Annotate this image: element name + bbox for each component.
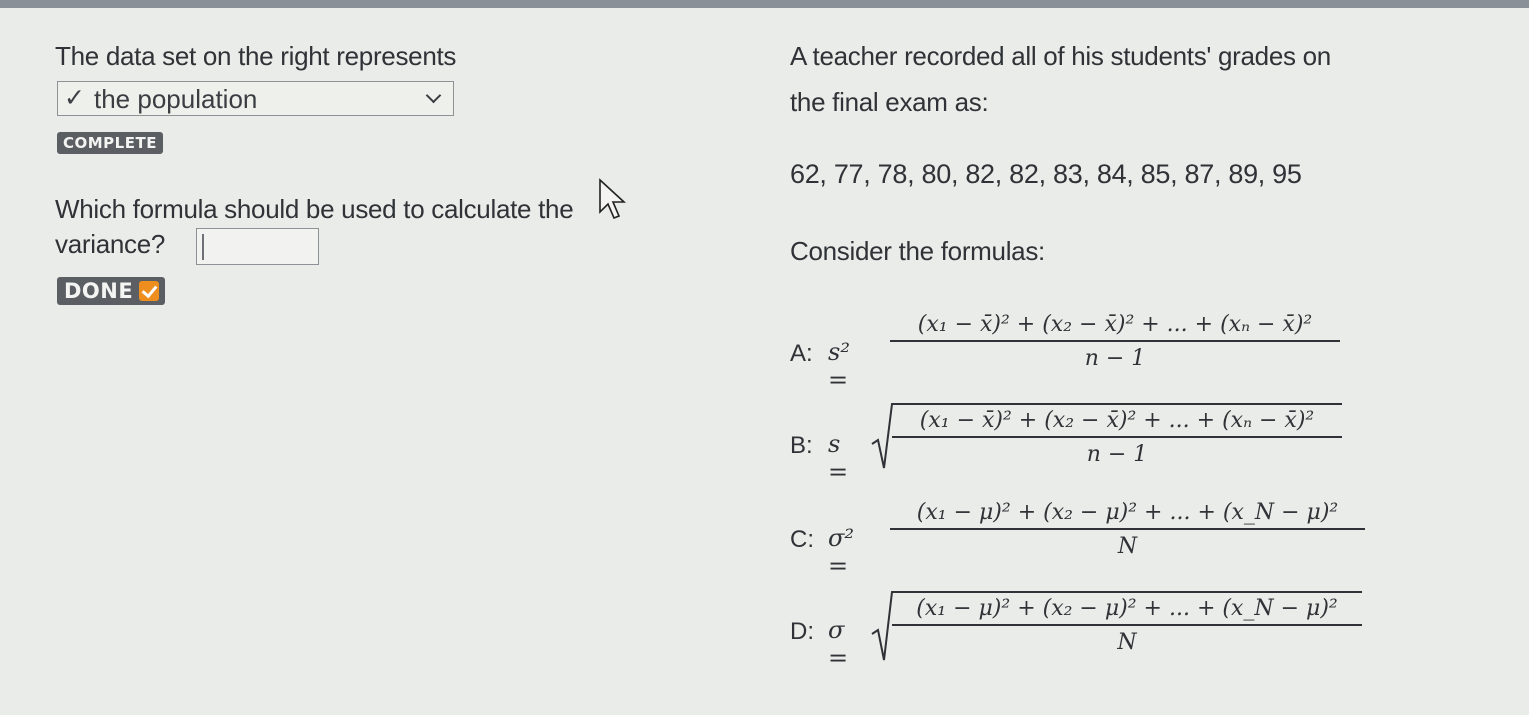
select-value: the population	[94, 84, 258, 114]
top-border	[0, 0, 1529, 8]
formula-b-label: B:	[790, 432, 813, 459]
fraction-bar	[892, 624, 1362, 626]
chevron-down-icon	[425, 87, 442, 104]
formula-a-fraction: (x₁ − x̄)² + (x₂ − x̄)² + ... + (xₙ − x̄…	[890, 312, 1340, 371]
formula-b-fraction: (x₁ − x̄)² + (x₂ − x̄)² + ... + (xₙ − x̄…	[892, 408, 1342, 467]
question-line-2: variance?	[55, 229, 166, 259]
formula-d-lhs: σ =	[828, 616, 849, 672]
formula-c-numerator: (x₁ − μ)² + (x₂ − μ)² + ... + (x_N − μ)²	[916, 500, 1339, 525]
problem-line-1: A teacher recorded all of his students' …	[790, 41, 1331, 71]
consider-text: Consider the formulas:	[790, 236, 1045, 266]
select-check-icon: ✓	[64, 84, 85, 112]
formula-b-numerator: (x₁ − x̄)² + (x₂ − x̄)² + ... + (xₙ − x̄…	[919, 408, 1315, 433]
formula-c-lhs: σ² =	[828, 524, 855, 580]
formula-d-numerator: (x₁ − μ)² + (x₂ − μ)² + ... + (x_N − μ)²	[916, 596, 1338, 621]
formula-c-denominator: N	[1117, 534, 1138, 559]
formula-a-label: A:	[790, 340, 813, 367]
formula-c-label: C:	[790, 526, 814, 553]
formula-a-denominator: n − 1	[1084, 346, 1146, 371]
formula-b-denominator: n − 1	[1086, 442, 1148, 467]
fraction-bar	[892, 436, 1342, 438]
formula-c-fraction: (x₁ − μ)² + (x₂ − μ)² + ... + (x_N − μ)²…	[890, 500, 1365, 559]
population-select[interactable]: ✓ the population	[57, 81, 454, 116]
intro-text: The data set on the right represents	[55, 41, 457, 71]
formula-d-label: D:	[790, 618, 814, 645]
done-badge[interactable]: DONE	[57, 277, 166, 305]
data-values: 62, 77, 78, 80, 82, 82, 83, 84, 85, 87, …	[790, 159, 1302, 189]
question-line-1: Which formula should be used to calculat…	[55, 194, 574, 224]
complete-badge: COMPLETE	[57, 132, 163, 154]
formula-b-lhs: s =	[828, 430, 849, 486]
formula-a-numerator: (x₁ − x̄)² + (x₂ − x̄)² + ... + (xₙ − x̄…	[917, 312, 1313, 337]
check-icon	[139, 281, 160, 301]
formula-d-fraction: (x₁ − μ)² + (x₂ − μ)² + ... + (x_N − μ)²…	[892, 596, 1362, 655]
fraction-bar	[890, 528, 1365, 530]
problem-line-2: the final exam as:	[790, 87, 989, 117]
mouse-pointer-icon	[599, 178, 627, 220]
fraction-bar	[890, 340, 1340, 342]
formula-d-denominator: N	[1117, 630, 1137, 655]
done-label: DONE	[64, 279, 134, 303]
answer-input[interactable]	[196, 228, 319, 265]
formula-a-lhs: s² =	[828, 338, 850, 394]
text-cursor	[202, 234, 204, 260]
